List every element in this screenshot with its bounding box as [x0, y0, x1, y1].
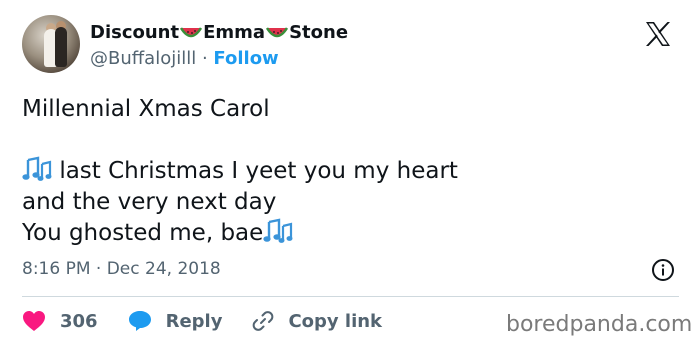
separator-dot: ·: [201, 48, 208, 69]
watermelon-icon: [180, 26, 203, 37]
action-bar: 306 Reply Copy link: [22, 310, 412, 332]
tweet-line-text: You ghosted me, bae: [22, 220, 264, 246]
user-handle[interactable]: @Buffalojilll: [90, 48, 196, 69]
link-icon: [253, 311, 274, 331]
tweet-line-text: last Christmas I yeet you my heart: [59, 158, 458, 184]
tweet-date: Dec 24, 2018: [106, 259, 221, 279]
reply-button[interactable]: Reply: [128, 310, 223, 332]
tweet-line: and the very next day: [22, 189, 277, 215]
separator-dot: ·: [95, 259, 102, 279]
tweet-line: last Christmas I yeet you my heart: [22, 156, 458, 187]
tweet-text: Millennial Xmas Carol last Christmas I y…: [22, 94, 458, 249]
like-count: 306: [60, 310, 98, 332]
display-name-part: Stone: [289, 22, 349, 43]
speech-bubble-icon: [128, 311, 151, 331]
x-logo-icon[interactable]: [643, 19, 673, 49]
info-icon[interactable]: [651, 258, 675, 282]
music-notes-icon: [22, 156, 52, 181]
watermelon-icon: [266, 26, 289, 37]
reply-label: Reply: [165, 310, 223, 332]
tweet-timestamp[interactable]: 8:16 PM · Dec 24, 2018: [22, 259, 221, 279]
display-name[interactable]: Discount Emma Stone: [90, 22, 348, 43]
music-notes-icon: [263, 218, 293, 243]
avatar[interactable]: [22, 15, 80, 73]
copy-link-label: Copy link: [288, 310, 383, 332]
divider: [22, 296, 679, 297]
display-name-part: Discount: [90, 22, 180, 43]
tweet-time: 8:16 PM: [22, 259, 91, 279]
tweet-line: You ghosted me, bae: [22, 218, 458, 249]
like-button[interactable]: 306: [22, 310, 98, 332]
follow-button[interactable]: Follow: [213, 48, 278, 69]
tweet-line: Millennial Xmas Carol: [22, 96, 270, 122]
avatar-figure-body: [55, 27, 67, 67]
display-name-part: Emma: [203, 22, 266, 43]
tweet-card: Discount Emma Stone @Buffalojilll · Foll…: [0, 0, 700, 348]
copy-link-button[interactable]: Copy link: [252, 310, 382, 332]
watermark: boredpanda.com: [506, 312, 693, 337]
handle-row: @Buffalojilll · Follow: [90, 48, 279, 69]
heart-icon: [23, 311, 45, 331]
